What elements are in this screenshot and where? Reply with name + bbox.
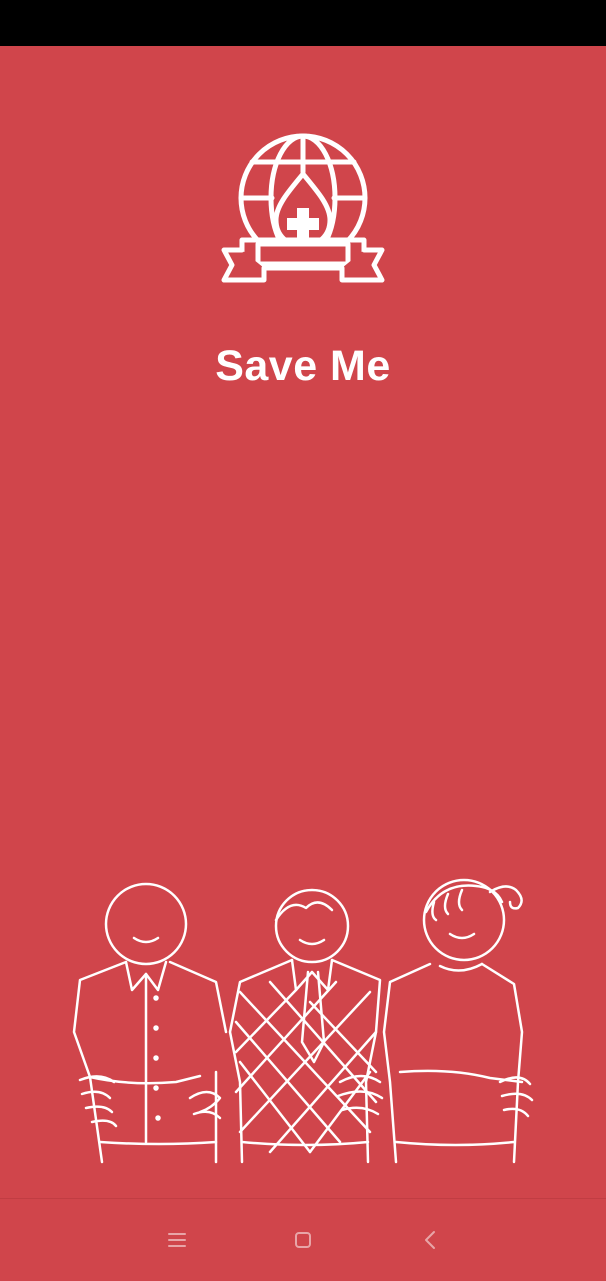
nav-menu-button[interactable]: [160, 1223, 194, 1257]
nav-home-button[interactable]: [286, 1223, 320, 1257]
home-square-icon: [295, 1232, 311, 1248]
back-chevron-icon: [425, 1231, 435, 1249]
nav-back-button[interactable]: [413, 1223, 447, 1257]
menu-icon: [168, 1233, 186, 1247]
app-title: Save Me: [215, 342, 391, 390]
globe-blood-drop-banner-icon: [221, 133, 385, 283]
splash-screen: Save Me: [0, 46, 606, 1198]
status-bar: [0, 0, 606, 46]
navigation-bar: [0, 1198, 606, 1281]
three-people-embracing-illustration: [72, 878, 534, 1164]
